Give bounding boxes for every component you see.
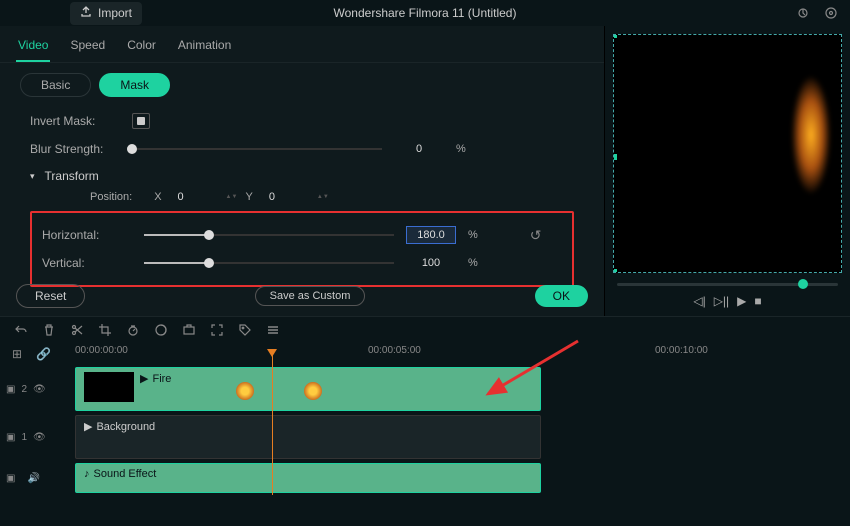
preview-content <box>791 75 831 195</box>
subtab-basic[interactable]: Basic <box>20 73 91 97</box>
horizontal-slider[interactable] <box>144 234 394 236</box>
position-y-value[interactable]: 0 <box>265 189 305 205</box>
playhead[interactable] <box>272 355 273 495</box>
import-button[interactable]: Import <box>70 2 142 25</box>
timeline-toolbar <box>0 316 850 343</box>
menu-icon[interactable] <box>266 323 280 337</box>
position-x-value[interactable]: 0 <box>174 189 214 205</box>
transform-label: Transform <box>45 169 99 183</box>
blur-strength-label: Blur Strength: <box>30 142 120 156</box>
track-head-1[interactable]: ▣ 1 👁 <box>0 413 75 461</box>
timeline-ruler[interactable]: ⊞ 🔗 00:00:00:00 00:00:05:00 00:00:10:00 <box>0 343 850 365</box>
lock-icon[interactable]: ▣ <box>6 473 15 484</box>
subtab-mask[interactable]: Mask <box>99 73 170 97</box>
blur-strength-value[interactable]: 0 <box>394 141 444 157</box>
track-label: 2 <box>21 384 27 395</box>
inspector-subtabs: Basic Mask <box>0 63 604 107</box>
track-row: ▣ 1 👁 ▶ Background <box>0 413 850 461</box>
preview-panel: ◁| ▷|| ▶ ■ <box>605 26 850 316</box>
marker-icon[interactable] <box>796 6 810 20</box>
play-button[interactable]: ▶ <box>737 294 746 308</box>
time-2: 00:00:10:00 <box>655 345 708 356</box>
blur-strength-unit: % <box>456 143 466 155</box>
reset-icon[interactable]: ↺ <box>530 227 542 244</box>
invert-mask-toggle[interactable] <box>132 113 150 129</box>
time-1: 00:00:05:00 <box>368 345 421 356</box>
track-row: ▣ 🔊 ♪ Sound Effect <box>0 461 850 495</box>
scissors-icon[interactable] <box>70 323 84 337</box>
vertical-value[interactable]: 100 <box>406 255 456 271</box>
save-custom-button[interactable]: Save as Custom <box>255 286 366 306</box>
track-head-2[interactable]: ▣ 2 👁 <box>0 365 75 413</box>
play-pause-button[interactable]: ▷|| <box>714 294 729 308</box>
invert-mask-label: Invert Mask: <box>30 114 120 128</box>
stop-button[interactable]: ■ <box>754 294 761 308</box>
clip-sound[interactable]: ♪ Sound Effect <box>75 463 541 493</box>
time-0: 00:00:00:00 <box>75 345 128 356</box>
clip-background[interactable]: ▶ Background <box>75 415 541 459</box>
track-row: ▣ 2 👁 ▶ Fire <box>0 365 850 413</box>
preview-scrubber[interactable] <box>617 283 838 286</box>
vertical-unit: % <box>468 257 478 269</box>
import-label: Import <box>98 6 132 20</box>
track-label: 1 <box>21 432 27 443</box>
lock-icon[interactable]: ▣ <box>6 432 15 443</box>
highlight-box: Horizontal: 180.0 % ↺ Vertical: 100 <box>30 211 574 287</box>
horizontal-unit: % <box>468 229 478 241</box>
settings-icon[interactable] <box>824 6 838 20</box>
top-bar: Import Wondershare Filmora 11 (Untitled) <box>0 0 850 26</box>
fullscreen-icon[interactable] <box>210 323 224 337</box>
track-zoom-icon[interactable]: ⊞ <box>12 347 22 361</box>
delete-icon[interactable] <box>42 323 56 337</box>
clip-label: Fire <box>152 373 171 385</box>
clip-play-icon: ▶ <box>84 420 92 433</box>
inspector-tabs: Video Speed Color Animation <box>0 26 604 63</box>
blur-strength-slider[interactable] <box>132 148 382 150</box>
ok-button[interactable]: OK <box>535 285 588 307</box>
tab-video[interactable]: Video <box>16 34 50 62</box>
link-icon[interactable]: 🔗 <box>36 347 51 361</box>
transform-section[interactable]: ▾ Transform <box>30 169 574 183</box>
import-icon <box>80 6 92 21</box>
horizontal-value-input[interactable]: 180.0 <box>406 226 456 244</box>
position-y-label: Y <box>246 191 253 203</box>
speed-icon[interactable] <box>126 323 140 337</box>
eye-icon[interactable]: 👁 <box>33 432 46 443</box>
clip-label: Background <box>96 421 155 433</box>
prev-frame-button[interactable]: ◁| <box>693 294 705 308</box>
tab-animation[interactable]: Animation <box>176 34 233 62</box>
app-title: Wondershare Filmora 11 (Untitled) <box>334 6 517 20</box>
preview-viewport[interactable] <box>613 34 842 273</box>
position-x-label: X <box>154 191 161 203</box>
tag-icon[interactable] <box>238 323 252 337</box>
color-icon[interactable] <box>154 323 168 337</box>
position-label: Position: <box>90 191 132 203</box>
eye-icon[interactable]: 👁 <box>33 384 46 395</box>
crop-icon[interactable] <box>98 323 112 337</box>
tab-speed[interactable]: Speed <box>68 34 107 62</box>
vertical-slider[interactable] <box>144 262 394 264</box>
inspector-panel: Video Speed Color Animation Basic Mask I… <box>0 26 605 316</box>
reset-button[interactable]: Reset <box>16 284 85 308</box>
playback-controls: ◁| ▷|| ▶ ■ <box>611 286 844 316</box>
vertical-label: Vertical: <box>42 256 132 270</box>
mute-icon[interactable]: 🔊 <box>27 473 39 484</box>
position-x-stepper[interactable]: ▲▼ <box>226 190 234 204</box>
position-y-stepper[interactable]: ▲▼ <box>317 190 325 204</box>
track-head-audio[interactable]: ▣ 🔊 <box>0 461 75 495</box>
lock-icon[interactable]: ▣ <box>6 384 15 395</box>
clip-label: Sound Effect <box>94 468 157 480</box>
tab-color[interactable]: Color <box>125 34 158 62</box>
horizontal-label: Horizontal: <box>42 228 132 242</box>
timeline: ⊞ 🔗 00:00:00:00 00:00:05:00 00:00:10:00 … <box>0 343 850 495</box>
chevron-down-icon: ▾ <box>30 171 35 182</box>
audio-icon: ♪ <box>84 468 90 480</box>
clip-play-icon: ▶ <box>140 372 148 385</box>
clip-fire[interactable]: ▶ Fire <box>75 367 541 411</box>
undo-icon[interactable] <box>14 323 28 337</box>
effect-icon[interactable] <box>182 323 196 337</box>
